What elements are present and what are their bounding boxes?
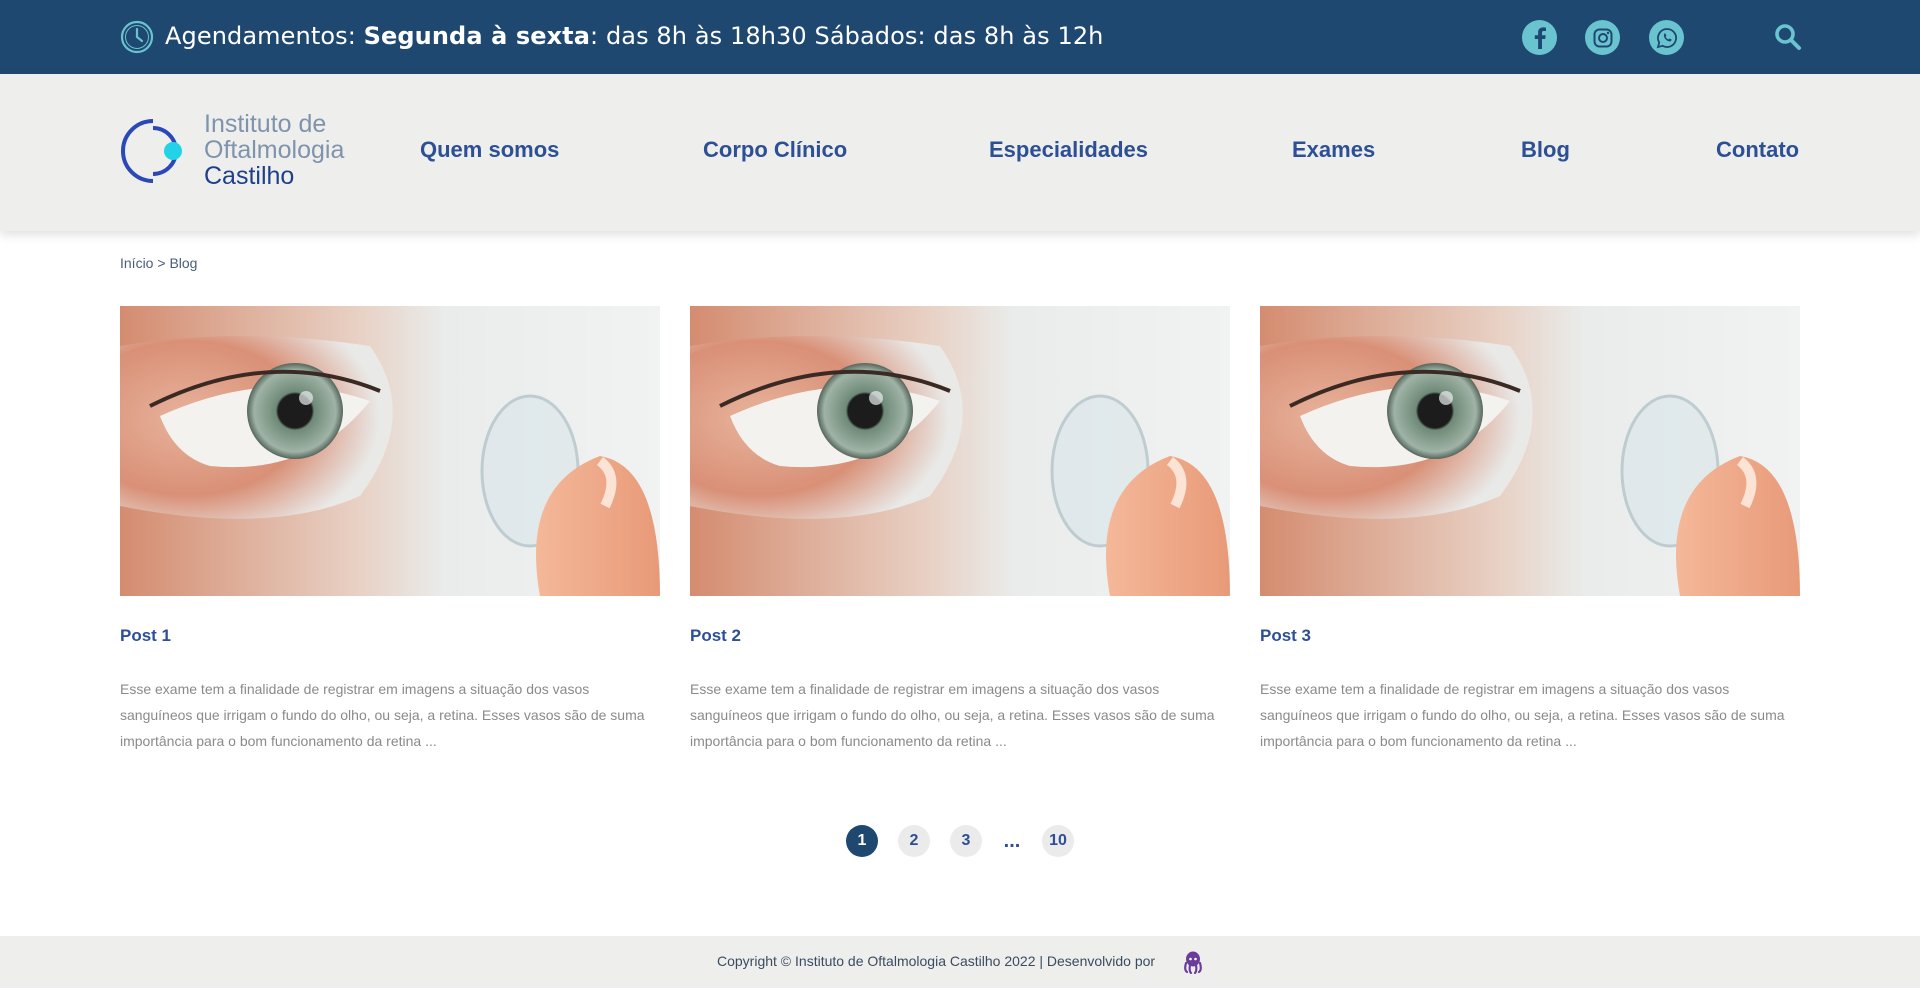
post-card[interactable]: Post 1 Esse exame tem a finalidade de re… xyxy=(120,306,660,754)
footer-copyright: Copyright © Instituto de Oftalmologia Ca… xyxy=(717,953,1156,969)
hours-prefix: Agendamentos: xyxy=(165,22,364,50)
nav-blog[interactable]: Blog xyxy=(1521,137,1570,163)
whatsapp-link[interactable] xyxy=(1649,20,1684,55)
top-bar: Agendamentos: Segunda à sexta: das 8h às… xyxy=(0,0,1920,74)
nav-contato[interactable]: Contato xyxy=(1716,137,1799,163)
facebook-icon xyxy=(1534,26,1546,49)
hours-days: Segunda à sexta xyxy=(363,22,591,50)
page-2-button[interactable]: 2 xyxy=(898,825,930,857)
hours-rest: : das 8h às 18h30 Sábados: das 8h às 12h xyxy=(590,22,1104,50)
nav-exames[interactable]: Exames xyxy=(1292,137,1375,163)
post-image[interactable] xyxy=(1260,306,1800,596)
instagram-icon xyxy=(1593,28,1612,47)
nav-corpo-clinico[interactable]: Corpo Clínico xyxy=(703,137,847,163)
post-card[interactable]: Post 3 Esse exame tem a finalidade de re… xyxy=(1260,306,1800,754)
clock-icon xyxy=(120,20,154,54)
page-1-button[interactable]: 1 xyxy=(846,825,878,857)
post-title[interactable]: Post 3 xyxy=(1260,626,1800,646)
page-10-button[interactable]: 10 xyxy=(1042,825,1074,857)
post-image[interactable] xyxy=(690,306,1230,596)
page-3-button[interactable]: 3 xyxy=(950,825,982,857)
post-excerpt: Esse exame tem a finalidade de registrar… xyxy=(690,681,1215,749)
logo-line-2: Oftalmologia xyxy=(204,136,345,164)
instagram-link[interactable] xyxy=(1585,20,1620,55)
eye-contact-lens-image xyxy=(690,306,1230,596)
search-icon xyxy=(1775,24,1801,50)
logo-eye-icon xyxy=(121,119,182,183)
breadcrumb-separator: > xyxy=(153,255,170,271)
breadcrumb: Início > Blog xyxy=(120,255,197,271)
page-ellipsis: ... xyxy=(1003,829,1021,852)
post-card[interactable]: Post 2 Esse exame tem a finalidade de re… xyxy=(690,306,1230,754)
footer: Copyright © Instituto de Oftalmologia Ca… xyxy=(0,936,1920,988)
logo-line-1: Instituto de xyxy=(204,110,327,138)
post-title[interactable]: Post 1 xyxy=(120,626,660,646)
octopus-icon xyxy=(1184,951,1202,975)
post-image[interactable] xyxy=(120,306,660,596)
main-header: Instituto de Oftalmologia Castilho Quem … xyxy=(0,74,1920,231)
nav-quem-somos[interactable]: Quem somos xyxy=(420,137,559,163)
business-hours: Agendamentos: Segunda à sexta: das 8h às… xyxy=(165,22,1104,50)
search-button[interactable] xyxy=(1773,22,1803,52)
breadcrumb-home[interactable]: Início xyxy=(120,255,153,271)
developer-link[interactable] xyxy=(1182,950,1204,975)
site-logo[interactable]: Instituto de Oftalmologia Castilho xyxy=(120,110,360,190)
breadcrumb-current: Blog xyxy=(169,255,198,271)
logo-line-3: Castilho xyxy=(204,162,295,190)
post-excerpt: Esse exame tem a finalidade de registrar… xyxy=(1260,681,1785,749)
eye-contact-lens-image xyxy=(120,306,660,596)
pagination: 1 2 3 ... 10 xyxy=(0,825,1920,857)
eye-contact-lens-image xyxy=(1260,306,1800,596)
post-excerpt: Esse exame tem a finalidade de registrar… xyxy=(120,681,645,749)
post-title[interactable]: Post 2 xyxy=(690,626,1230,646)
nav-especialidades[interactable]: Especialidades xyxy=(989,137,1148,163)
whatsapp-icon xyxy=(1656,27,1677,48)
facebook-link[interactable] xyxy=(1522,20,1557,55)
